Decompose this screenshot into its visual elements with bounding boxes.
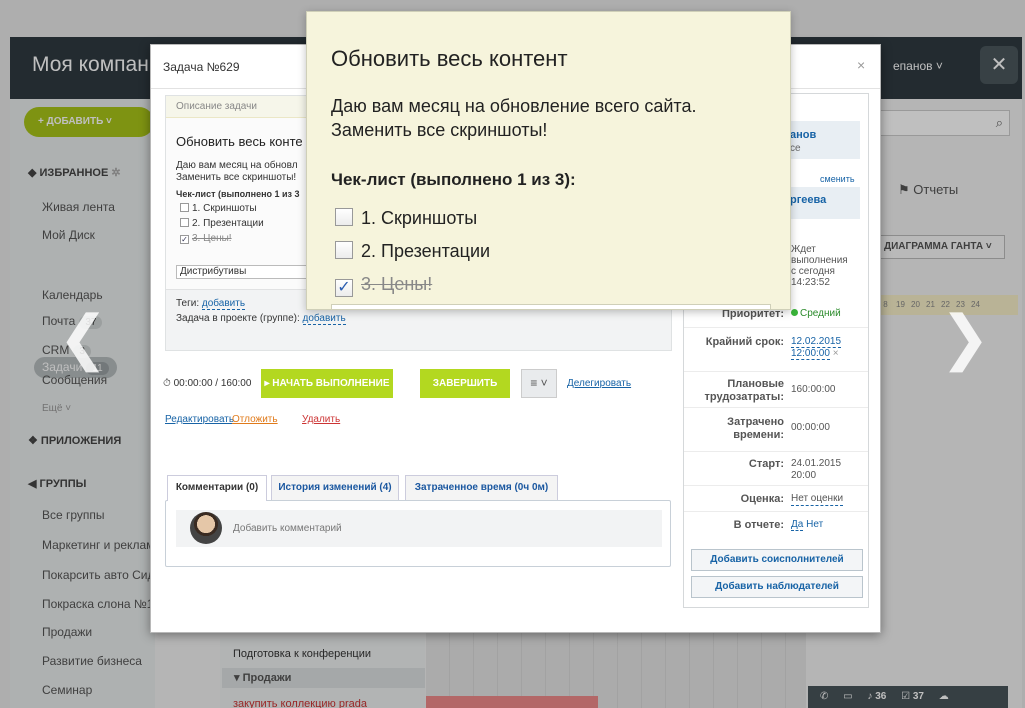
add-comment-field[interactable]: Добавить комментарий (176, 510, 662, 547)
tab-history[interactable]: История изменений (4) (271, 475, 399, 500)
responsible-name[interactable]: анов (790, 129, 816, 141)
responsible-position: се (790, 143, 801, 154)
planned-value: 160:00:00 (791, 384, 836, 395)
comment-placeholder[interactable]: Добавить комментарий (233, 523, 342, 534)
report-label: В отчете: (733, 519, 784, 531)
zoom-select (331, 304, 771, 309)
tab-time-spent[interactable]: Затраченное время (0ч 0м) (405, 475, 558, 500)
task-status: Ждет выполнения с сегодня 14:23:52 (791, 244, 848, 288)
postpone-link[interactable]: Отложить (232, 414, 278, 425)
clear-deadline-icon[interactable]: × (833, 348, 839, 359)
checkbox[interactable] (335, 241, 353, 259)
checklist-heading: Чек-лист (выполнено 1 из 3 (176, 189, 300, 199)
zoom-checklist-heading: Чек-лист (выполнено 1 из 3): (331, 170, 576, 189)
chevron-right-icon[interactable]: ❯ (940, 308, 990, 368)
finish-task-button[interactable]: ЗАВЕРШИТЬ (420, 369, 510, 398)
start-task-button[interactable]: ▸ НАЧАТЬ ВЫПОЛНЕНИЕ (261, 369, 393, 398)
status-dot-icon (791, 309, 798, 316)
dialog-title: Задача №629 (163, 60, 240, 74)
zoom-checklist-item[interactable]: ✓ 3. Цены! (335, 274, 432, 297)
checkbox[interactable] (180, 203, 189, 212)
planned-row: Плановые трудозатраты: 160:00:00 (684, 372, 868, 408)
change-link[interactable]: сменить (820, 174, 855, 184)
rating-row: Оценка: Нет оценки (684, 486, 868, 512)
start-value: 24.01.2015 20:00 (791, 458, 842, 481)
delete-link[interactable]: Удалить (302, 414, 340, 425)
spent-value: 00:00:00 (791, 422, 830, 433)
zoom-callout: Обновить весь контент Даю вам месяц на о… (306, 11, 791, 310)
add-coexecutors-button[interactable]: Добавить соисполнителей (691, 549, 863, 571)
checkbox[interactable] (335, 208, 353, 226)
creator-name[interactable]: ргеева (790, 194, 826, 206)
report-yes-link[interactable]: Да (791, 519, 804, 531)
zoom-task-title: Обновить весь контент (331, 46, 568, 71)
zoom-description: Заменить все скриншоты! (331, 120, 548, 140)
spent-label: Затрачено времени: (727, 416, 784, 441)
add-project-link[interactable]: добавить (302, 313, 346, 325)
deadline-row: Крайний срок: 12.02.2015 12:00:00 × (684, 328, 868, 372)
close-icon[interactable]: × (857, 57, 865, 73)
rating-value[interactable]: Нет оценки (791, 493, 844, 506)
more-actions-button[interactable]: ≡ ˅ (521, 369, 557, 398)
priority-value[interactable]: Средний (791, 308, 841, 319)
spent-row: Затрачено времени: 00:00:00 (684, 408, 868, 452)
report-row: В отчете: Да Нет (684, 512, 868, 538)
checkbox-checked[interactable]: ✓ (335, 279, 353, 297)
checkbox[interactable] (180, 218, 189, 227)
zoom-description: Даю вам месяц на обновление всего сайта. (331, 96, 697, 116)
rating-label: Оценка: (740, 493, 784, 505)
delegate-link[interactable]: Делегировать (567, 378, 631, 389)
start-row: Старт: 24.01.2015 20:00 (684, 452, 868, 486)
start-label: Старт: (748, 458, 784, 470)
zoom-checklist-item[interactable]: 1. Скриншоты (335, 208, 477, 229)
tab-comments[interactable]: Комментарии (0) (167, 475, 267, 501)
planned-label: Плановые трудозатраты: (704, 378, 784, 403)
avatar (190, 512, 222, 544)
add-observers-button[interactable]: Добавить наблюдателей (691, 576, 863, 598)
add-tag-link[interactable]: добавить (201, 298, 246, 310)
zoom-checklist-item[interactable]: 2. Презентации (335, 241, 490, 262)
checkbox-checked[interactable]: ✓ (180, 235, 189, 244)
project-row: Задача в проекте (группе): добавить (176, 313, 346, 325)
report-value: Да Нет (791, 519, 823, 531)
comments-panel: Добавить комментарий (165, 500, 671, 567)
edit-link[interactable]: Редактировать (165, 414, 234, 425)
checklist-item[interactable]: 2. Презентации (180, 218, 264, 229)
deadline-value[interactable]: 12.02.2015 12:00:00 × (791, 336, 842, 360)
checklist-item[interactable]: 1. Скриншоты (180, 203, 257, 214)
task-title: Обновить весь конте (176, 134, 303, 149)
deadline-label: Крайний срок: (705, 336, 784, 348)
time-tracker: ⏱ 00:00:00 / 160:00 (163, 378, 252, 389)
attachment-select[interactable]: Дистрибутивы (176, 265, 316, 279)
tags-row: Теги: добавить (176, 298, 246, 310)
description-text: Даю вам месяц на обновл (176, 160, 298, 171)
report-no-link[interactable]: Нет (806, 519, 823, 530)
description-text: Заменить все скриншоты! (176, 172, 297, 183)
chevron-left-icon[interactable]: ❮ (58, 308, 108, 368)
checklist-item[interactable]: ✓ 3. Цены! (180, 233, 232, 244)
